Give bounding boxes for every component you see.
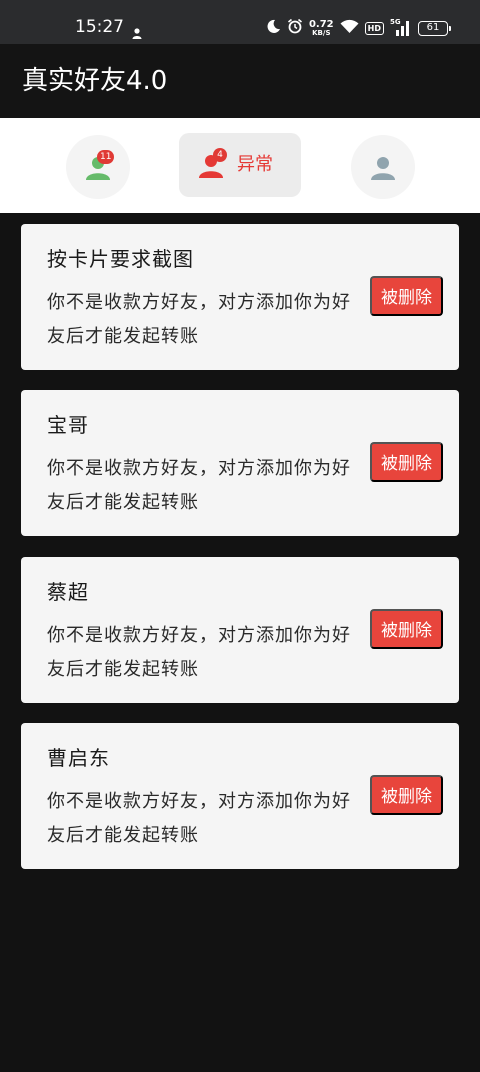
moon-icon — [266, 19, 281, 38]
tab-deleted[interactable] — [351, 135, 415, 199]
net-speed-unit: KB/S — [312, 28, 331, 37]
person-icon — [370, 156, 396, 180]
person-icon — [132, 24, 142, 39]
battery-level: 61 — [426, 21, 440, 33]
tab-bar: 11 4 异常 — [0, 118, 480, 213]
tab-abnormal[interactable]: 4 异常 — [179, 133, 301, 197]
contact-name: 蔡超 — [47, 580, 89, 604]
app-bar: 真实好友4.0 — [0, 44, 480, 118]
deleted-button[interactable]: 被删除 — [370, 775, 443, 815]
contact-card: 按卡片要求截图 你不是收款方好友，对方添加你为好友后才能发起转账 被删除 — [21, 224, 459, 370]
net-speed: 0.72 KB/S — [308, 18, 334, 37]
battery-icon: 61 — [418, 20, 451, 36]
net-speed-value: 0.72 — [308, 18, 334, 30]
signal-label: 5G — [390, 18, 401, 26]
tab-abnormal-badge: 4 — [213, 148, 227, 162]
hd-icon: HD — [364, 21, 384, 35]
tab-normal[interactable]: 11 — [66, 135, 130, 199]
status-time: 15:27 — [75, 17, 124, 37]
deleted-button[interactable]: 被删除 — [370, 442, 443, 482]
contact-status: 你不是收款方好友，对方添加你为好友后才能发起转账 — [47, 791, 351, 846]
tab-normal-badge: 11 — [97, 150, 115, 164]
contact-status: 你不是收款方好友，对方添加你为好友后才能发起转账 — [47, 458, 351, 513]
alarm-icon — [287, 18, 303, 38]
contact-card: 曹启东 你不是收款方好友，对方添加你为好友后才能发起转账 被删除 — [21, 723, 459, 869]
signal-icon: 5G — [390, 18, 412, 36]
contact-status: 你不是收款方好友，对方添加你为好友后才能发起转账 — [47, 625, 351, 680]
deleted-button[interactable]: 被删除 — [370, 609, 443, 649]
status-bar: 15:27 0.72 KB/S HD 5G 61 — [0, 0, 480, 44]
contact-status: 你不是收款方好友，对方添加你为好友后才能发起转账 — [47, 292, 351, 347]
wifi-icon — [340, 19, 359, 38]
contact-name: 曹启东 — [47, 746, 110, 770]
contact-card: 蔡超 你不是收款方好友，对方添加你为好友后才能发起转账 被删除 — [21, 557, 459, 703]
deleted-button[interactable]: 被删除 — [370, 276, 443, 316]
tab-abnormal-label: 异常 — [237, 154, 273, 175]
contact-name: 按卡片要求截图 — [47, 247, 194, 271]
contact-name: 宝哥 — [47, 413, 89, 437]
app-title: 真实好友4.0 — [22, 66, 168, 96]
contact-card: 宝哥 你不是收款方好友，对方添加你为好友后才能发起转账 被删除 — [21, 390, 459, 536]
status-icons: 0.72 KB/S HD 5G 61 — [266, 18, 451, 38]
